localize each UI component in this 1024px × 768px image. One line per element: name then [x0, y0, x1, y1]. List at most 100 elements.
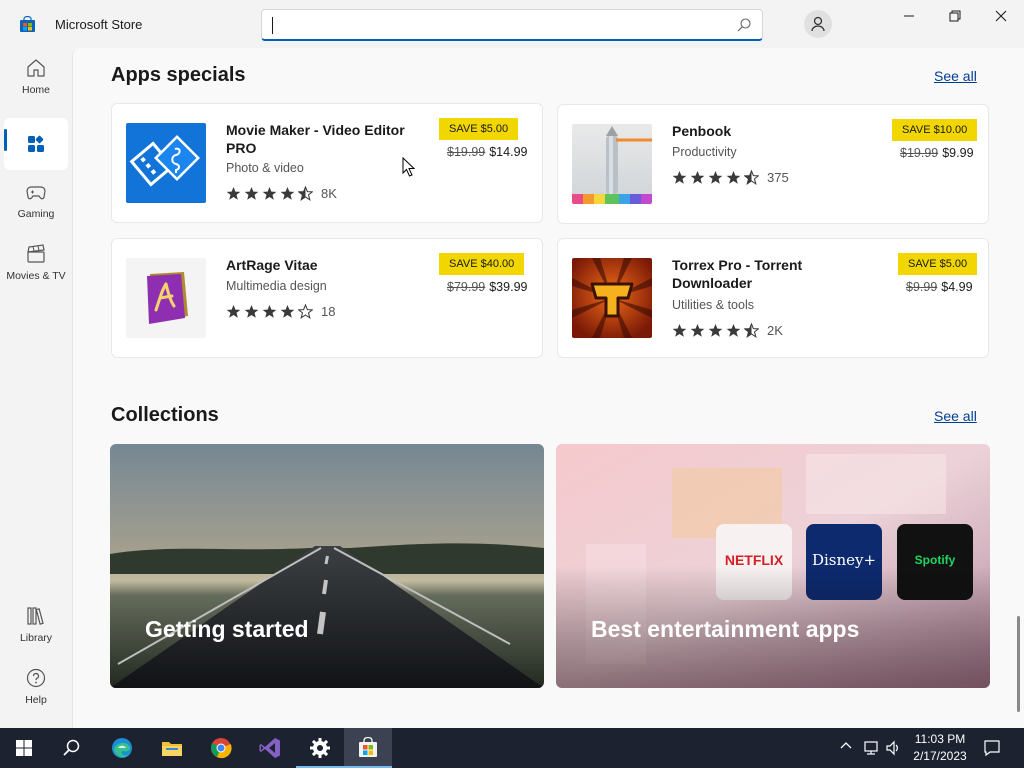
app-card-artrage[interactable]: ArtRage Vitae Multimedia design 18 SAVE … — [111, 238, 543, 358]
start-button[interactable] — [0, 728, 48, 768]
nav-label-movies-tv: Movies & TV — [6, 270, 66, 282]
account-avatar[interactable] — [804, 10, 832, 38]
minimize-button[interactable] — [886, 0, 932, 32]
rating-stars: 18 — [226, 303, 335, 320]
rating-count: 375 — [767, 170, 789, 185]
taskbar-settings[interactable] — [296, 728, 344, 768]
clock-date: 2/17/2023 — [913, 749, 967, 763]
original-price: $19.99 — [447, 145, 486, 159]
star-full-icon — [708, 323, 723, 337]
nav-label-library: Library — [19, 632, 53, 644]
sale-badge: SAVE $5.00 — [898, 253, 978, 275]
star-full-icon — [690, 323, 705, 337]
road-image — [110, 444, 544, 688]
app-category: Photo & video — [226, 161, 304, 175]
store-app-icon — [20, 16, 35, 32]
sale-price: $14.99 — [489, 145, 528, 159]
star-full-icon — [262, 186, 277, 200]
library-icon — [27, 607, 44, 625]
app-card-torrex[interactable]: Torrex Pro - Torrent Downloader Utilitie… — [557, 238, 989, 358]
sale-badge: SAVE $40.00 — [439, 253, 525, 275]
close-button[interactable] — [978, 0, 1024, 32]
gamepad-icon — [26, 186, 46, 200]
edge-icon — [112, 738, 132, 758]
rating-count: 2K — [767, 323, 783, 338]
nav-item-movies-tv[interactable]: Movies & TV — [4, 240, 68, 296]
search-icon[interactable] — [736, 17, 752, 33]
collection-label: Best entertainment apps — [591, 616, 860, 642]
section-title-apps-specials: Apps specials — [111, 64, 246, 86]
search-box[interactable] — [261, 9, 763, 41]
sale-price: $9.99 — [942, 146, 974, 160]
taskbar-edge[interactable] — [98, 728, 146, 768]
collection-best-entertainment-apps[interactable]: NETFLIX Disney+ Spotify Best entertainme… — [556, 444, 990, 688]
chevron-up-icon[interactable] — [840, 740, 852, 752]
torrex-app-icon — [572, 258, 652, 338]
rating-stars: 8K — [226, 185, 337, 202]
notifications-icon[interactable] — [983, 739, 1001, 757]
vertical-scrollbar[interactable] — [1017, 616, 1020, 712]
clock-time: 11:03 PM — [914, 732, 966, 746]
star-full-icon — [726, 323, 741, 337]
collection-getting-started[interactable]: Getting started — [110, 444, 544, 688]
close-icon — [995, 10, 1007, 22]
movie-maker-app-icon — [126, 123, 206, 203]
sale-price: $39.99 — [489, 280, 528, 294]
price-label: $79.99 $39.99 — [447, 280, 527, 294]
taskbar-file-explorer[interactable] — [148, 728, 196, 768]
restore-button[interactable] — [932, 0, 978, 32]
penbook-app-icon — [572, 124, 652, 204]
taskbar-microsoft-store[interactable] — [344, 728, 392, 768]
price-label: $9.99 $4.99 — [906, 280, 973, 294]
taskbar-search-button[interactable] — [48, 728, 96, 768]
nav-label-home: Home — [21, 84, 50, 96]
rating-count: 8K — [321, 186, 337, 201]
app-card-penbook[interactable]: Penbook Productivity 375 SAVE $10.00 $19… — [557, 104, 989, 224]
windows-start-icon — [16, 740, 32, 756]
taskbar-chrome[interactable] — [197, 728, 245, 768]
star-full-icon — [280, 186, 295, 200]
rating-stars: 375 — [672, 169, 789, 186]
nav-item-gaming[interactable]: Gaming — [4, 178, 68, 234]
price-label: $19.99 $14.99 — [447, 145, 527, 159]
original-price: $9.99 — [906, 280, 938, 294]
main-content: Apps specials See all Movie Maker - Vide… — [72, 48, 1024, 728]
star-half-icon — [743, 322, 760, 338]
app-category: Multimedia design — [226, 279, 327, 293]
active-indicator — [4, 129, 7, 151]
original-price: $79.99 — [447, 280, 486, 294]
store-icon — [359, 736, 377, 757]
section-title-collections: Collections — [111, 404, 219, 426]
search-input[interactable] — [270, 15, 720, 35]
chrome-icon — [211, 738, 232, 759]
taskbar-visual-studio[interactable] — [246, 728, 294, 768]
left-navigation: Home Gaming Movies & TV Library Help — [0, 48, 72, 728]
nav-label-help: Help — [25, 694, 47, 706]
see-all-collections-link[interactable]: See all — [934, 408, 977, 424]
star-half-icon — [743, 169, 760, 185]
taskbar-clock[interactable]: 11:03 PM 2/17/2023 — [908, 731, 972, 765]
nav-item-help[interactable]: Help — [4, 664, 68, 720]
search-icon — [63, 739, 80, 756]
star-full-icon — [280, 304, 295, 318]
star-full-icon — [708, 170, 723, 184]
file-explorer-icon — [162, 742, 182, 756]
star-empty-icon — [297, 303, 314, 319]
see-all-specials-link[interactable]: See all — [934, 68, 977, 84]
star-half-icon — [297, 185, 314, 201]
network-icon[interactable] — [863, 740, 879, 756]
rating-stars: 2K — [672, 322, 783, 339]
artrage-app-icon — [126, 258, 206, 338]
volume-icon[interactable] — [885, 740, 901, 756]
taskbar: 11:03 PM 2/17/2023 — [0, 728, 1024, 768]
apps-icon — [28, 135, 44, 152]
star-full-icon — [244, 304, 259, 318]
nav-item-library[interactable]: Library — [4, 602, 68, 658]
app-name: ArtRage Vitae — [226, 257, 318, 273]
nav-item-apps[interactable] — [4, 118, 68, 170]
nav-item-home[interactable]: Home — [4, 54, 68, 110]
star-full-icon — [726, 170, 741, 184]
app-title: Microsoft Store — [55, 17, 143, 32]
app-card-movie-maker[interactable]: Movie Maker - Video Editor PRO Photo & v… — [111, 103, 543, 223]
home-icon — [27, 59, 45, 77]
